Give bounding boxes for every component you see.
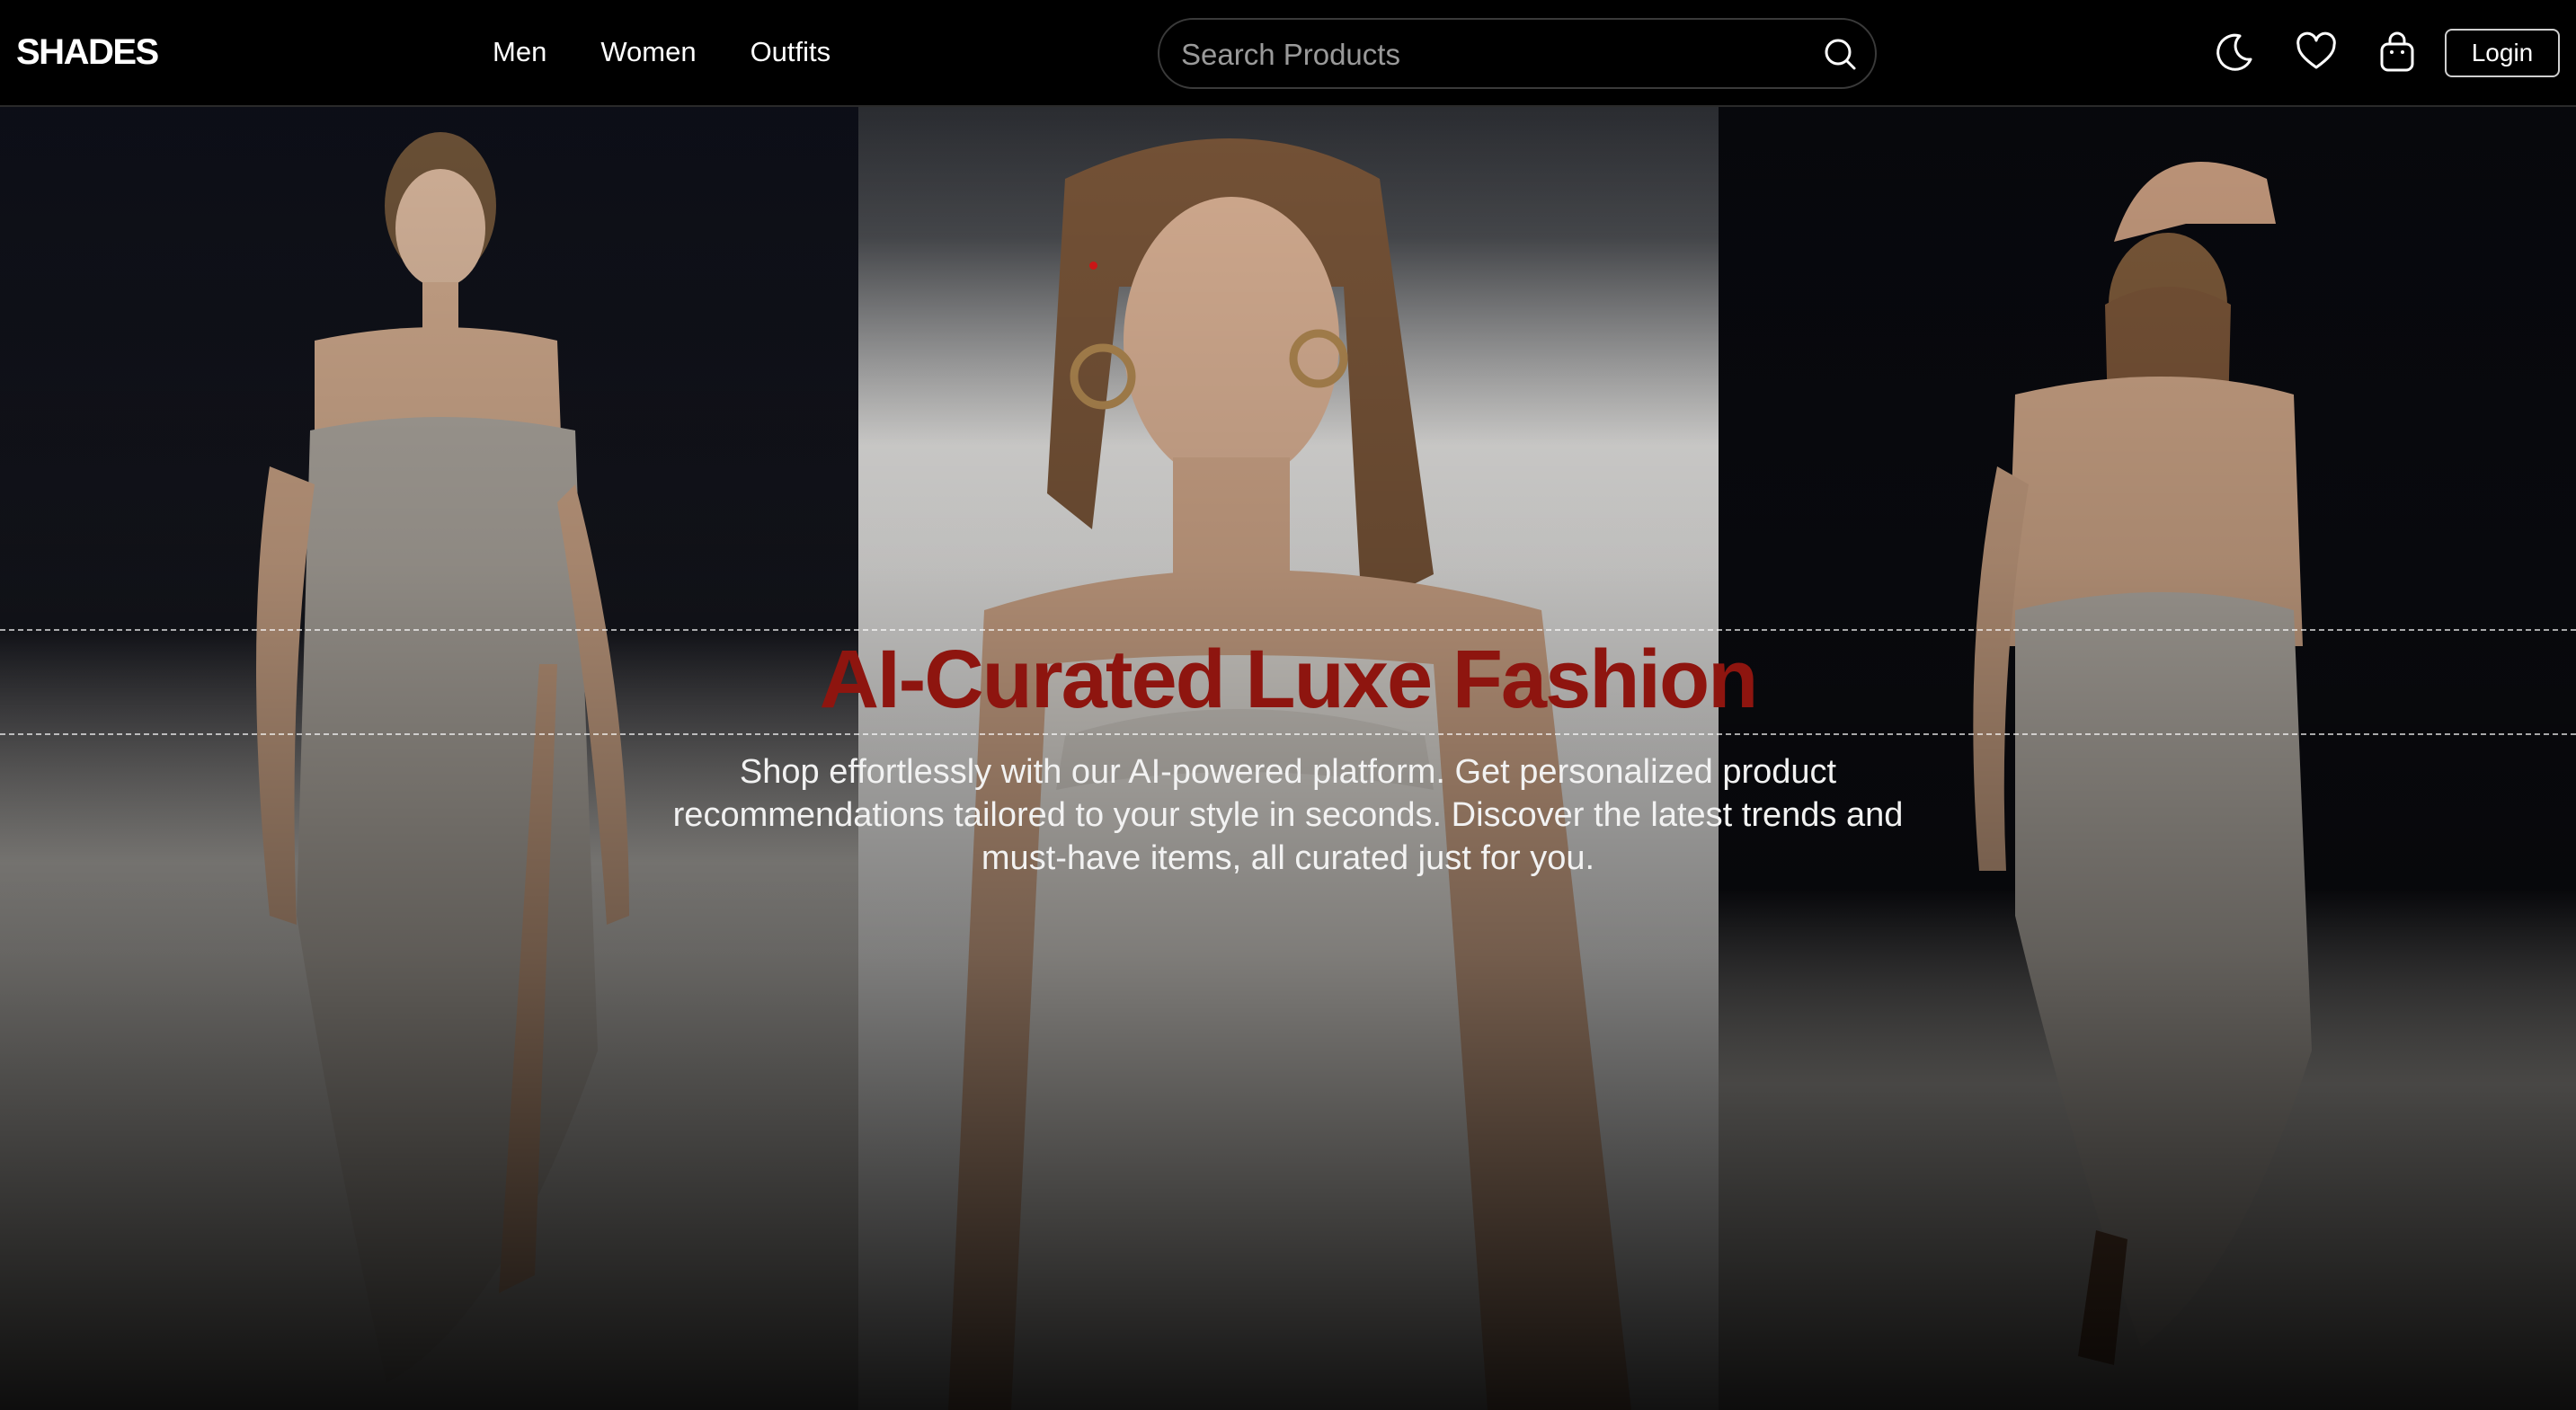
moon-icon[interactable]: [2213, 31, 2256, 74]
heart-icon[interactable]: [2295, 31, 2338, 74]
dashed-guide-line-top: [0, 629, 2576, 631]
hero-title: AI-Curated Luxe Fashion: [819, 634, 1759, 725]
nav-link-men[interactable]: Men: [493, 36, 546, 68]
hero-section: AI-Curated Luxe Fashion Shop effortlessl…: [0, 107, 2576, 1410]
login-button[interactable]: Login: [2445, 29, 2560, 77]
brand-logo[interactable]: SHADES: [16, 32, 159, 73]
search-bar: [1158, 18, 1877, 89]
search-icon[interactable]: [1823, 37, 1857, 71]
dashed-guide-line-bottom: [0, 733, 2576, 735]
search-input[interactable]: [1179, 20, 1794, 89]
navbar: SHADES Men Women Outfits Login: [0, 0, 2576, 107]
hero-subtitle: Shop effortlessly with our AI-powered pl…: [672, 753, 1904, 877]
red-marker-dot: [1089, 262, 1097, 270]
nav-link-women[interactable]: Women: [600, 36, 696, 68]
main-nav: Men Women Outfits: [493, 36, 831, 68]
nav-link-outfits[interactable]: Outfits: [751, 36, 831, 68]
shopping-bag-icon[interactable]: [2376, 31, 2419, 74]
